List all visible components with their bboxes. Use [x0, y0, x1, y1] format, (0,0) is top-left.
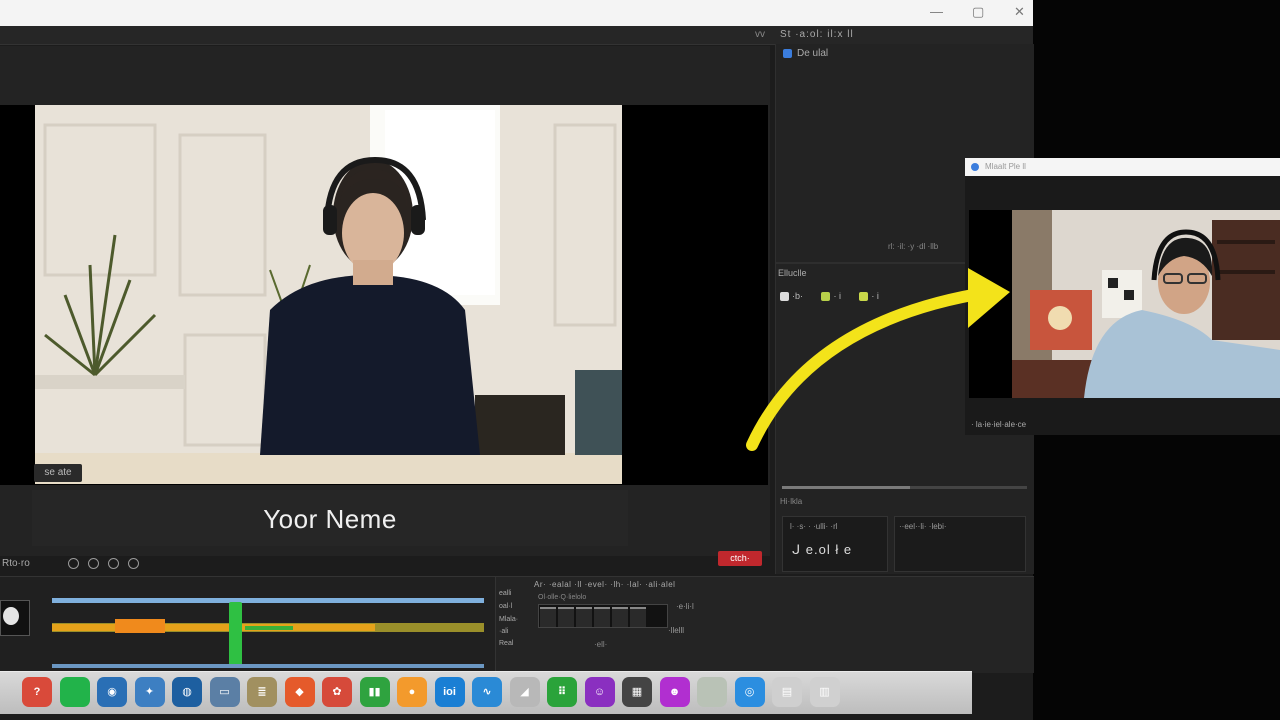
floating-letterbox	[969, 210, 1013, 398]
maximize-icon[interactable]: ▢	[972, 4, 984, 20]
minimize-icon[interactable]: —	[930, 4, 943, 19]
channel-strip[interactable]	[538, 604, 668, 628]
audio-clip-highlight[interactable]	[115, 619, 165, 633]
record-button[interactable]: ctch·	[718, 551, 762, 566]
app-icon	[971, 163, 979, 171]
channel-cell[interactable]	[576, 607, 592, 627]
webcam-scene[interactable]	[35, 105, 622, 484]
help-icon[interactable]: ?	[22, 677, 52, 707]
version-text: vv	[755, 29, 765, 40]
floating-caption: · la·ie·iel·ale·ce	[971, 420, 1027, 429]
video-track[interactable]	[52, 598, 484, 603]
marker-clip[interactable]	[245, 626, 293, 630]
slider-label: Hi·lkla	[780, 497, 803, 506]
folder-icon[interactable]: ▤	[772, 677, 802, 707]
menu-right-text: St ·a:ol: il:x ll	[780, 29, 854, 40]
menu-strip: vv St ·a:ol: il:x ll	[0, 26, 1033, 45]
close-icon[interactable]: ✕	[1014, 4, 1025, 20]
channel-cell[interactable]	[594, 607, 610, 627]
panel-tab[interactable]: De ulal	[797, 48, 828, 59]
trash-icon[interactable]: ▥	[809, 677, 840, 707]
green-circle-icon[interactable]	[59, 677, 90, 707]
playhead[interactable]	[229, 602, 242, 666]
channel-cell[interactable]	[630, 607, 646, 627]
mixer-value: ·llelll	[668, 626, 684, 635]
panel-mini-text: rl: ·il: ·y ·dl ·llb	[888, 242, 939, 251]
camera-icon	[3, 607, 19, 625]
audio-clip[interactable]	[52, 624, 375, 631]
magenta-icon[interactable]: ☻	[659, 677, 690, 707]
remote-webcam-video[interactable]	[1012, 210, 1280, 398]
dial-icon[interactable]: ◍	[172, 677, 202, 707]
channel-cell[interactable]	[612, 607, 628, 627]
blank-app-icon[interactable]	[697, 677, 727, 707]
source-chips: ·b· · i · i	[780, 286, 893, 304]
blue-app-icon[interactable]: ioi	[434, 677, 465, 707]
volume-slider-fill	[782, 486, 910, 489]
orange-app-icon[interactable]: ◆	[284, 677, 315, 707]
orange-ball-icon[interactable]: ●	[397, 677, 427, 707]
preview-icon[interactable]: ▭	[209, 677, 240, 707]
play-icon[interactable]	[88, 558, 99, 569]
notes-icon[interactable]: ≣	[247, 677, 277, 707]
mixer-label: ·ali	[499, 628, 509, 635]
mixer-label: Real	[499, 640, 514, 647]
mixer-label: ealli	[499, 590, 512, 597]
channel-cell[interactable]	[540, 607, 556, 627]
bottom-track[interactable]	[52, 664, 484, 668]
source-chip[interactable]: · i	[859, 291, 879, 303]
photos-icon[interactable]: ✿	[322, 677, 352, 707]
safari-icon[interactable]: ◎	[734, 677, 765, 707]
mixer-subheader: Ol·olle·Q·lielolo	[538, 594, 587, 601]
settings-box-title: ··eel··li· ·lebi·	[899, 522, 947, 531]
green-grid-icon[interactable]: ⠿	[547, 677, 577, 707]
purple-icon[interactable]: ☺	[584, 677, 615, 707]
scene-label: se ate	[34, 464, 82, 482]
photo-strip-icon[interactable]: ▦	[622, 677, 652, 707]
source-icon	[783, 49, 792, 58]
mixer-value: ·ell·	[594, 640, 608, 649]
timecode: Rto·ro	[2, 558, 30, 569]
mixer-label: Mlala·	[499, 616, 519, 623]
compass-icon[interactable]: ✦	[134, 677, 165, 707]
forward-icon[interactable]	[128, 558, 139, 569]
panel-section-label: Elluclle	[778, 268, 807, 278]
mixer-value: ·e·li·l	[676, 602, 694, 611]
rewind-icon[interactable]	[68, 558, 79, 569]
source-chip[interactable]: ·b·	[780, 291, 803, 303]
stop-icon[interactable]	[108, 558, 119, 569]
source-chip[interactable]: · i	[821, 291, 841, 303]
globe-icon[interactable]: ◉	[97, 677, 127, 707]
floating-title: Mlaalt Ple ll	[985, 162, 1026, 171]
channel-cell[interactable]	[558, 607, 574, 627]
paper-icon[interactable]: ◢	[509, 677, 540, 707]
wave-icon[interactable]: ∿	[472, 677, 502, 707]
chart-icon[interactable]: ▮▮	[359, 677, 390, 707]
settings-box-title: l· ·s· · ·ulli· ·rl	[790, 522, 838, 531]
settings-box-value: ᒍ e.ol ł e	[792, 542, 853, 557]
lower-third-name: Yoor Neme	[263, 504, 397, 534]
mixer-header: Ar· ·ealal ·ll ·evel· ·lh· ·lal· ·ali·al…	[534, 580, 676, 589]
title-bar	[0, 0, 1033, 27]
mixer-label: oal·l	[499, 603, 513, 610]
dock: ? ◉ ✦ ◍ ▭ ≣ ◆ ✿ ▮▮ ● ioi ∿ ◢ ⠿ ☺ ▦ ☻ ◎ ▤ ▥	[0, 671, 972, 714]
